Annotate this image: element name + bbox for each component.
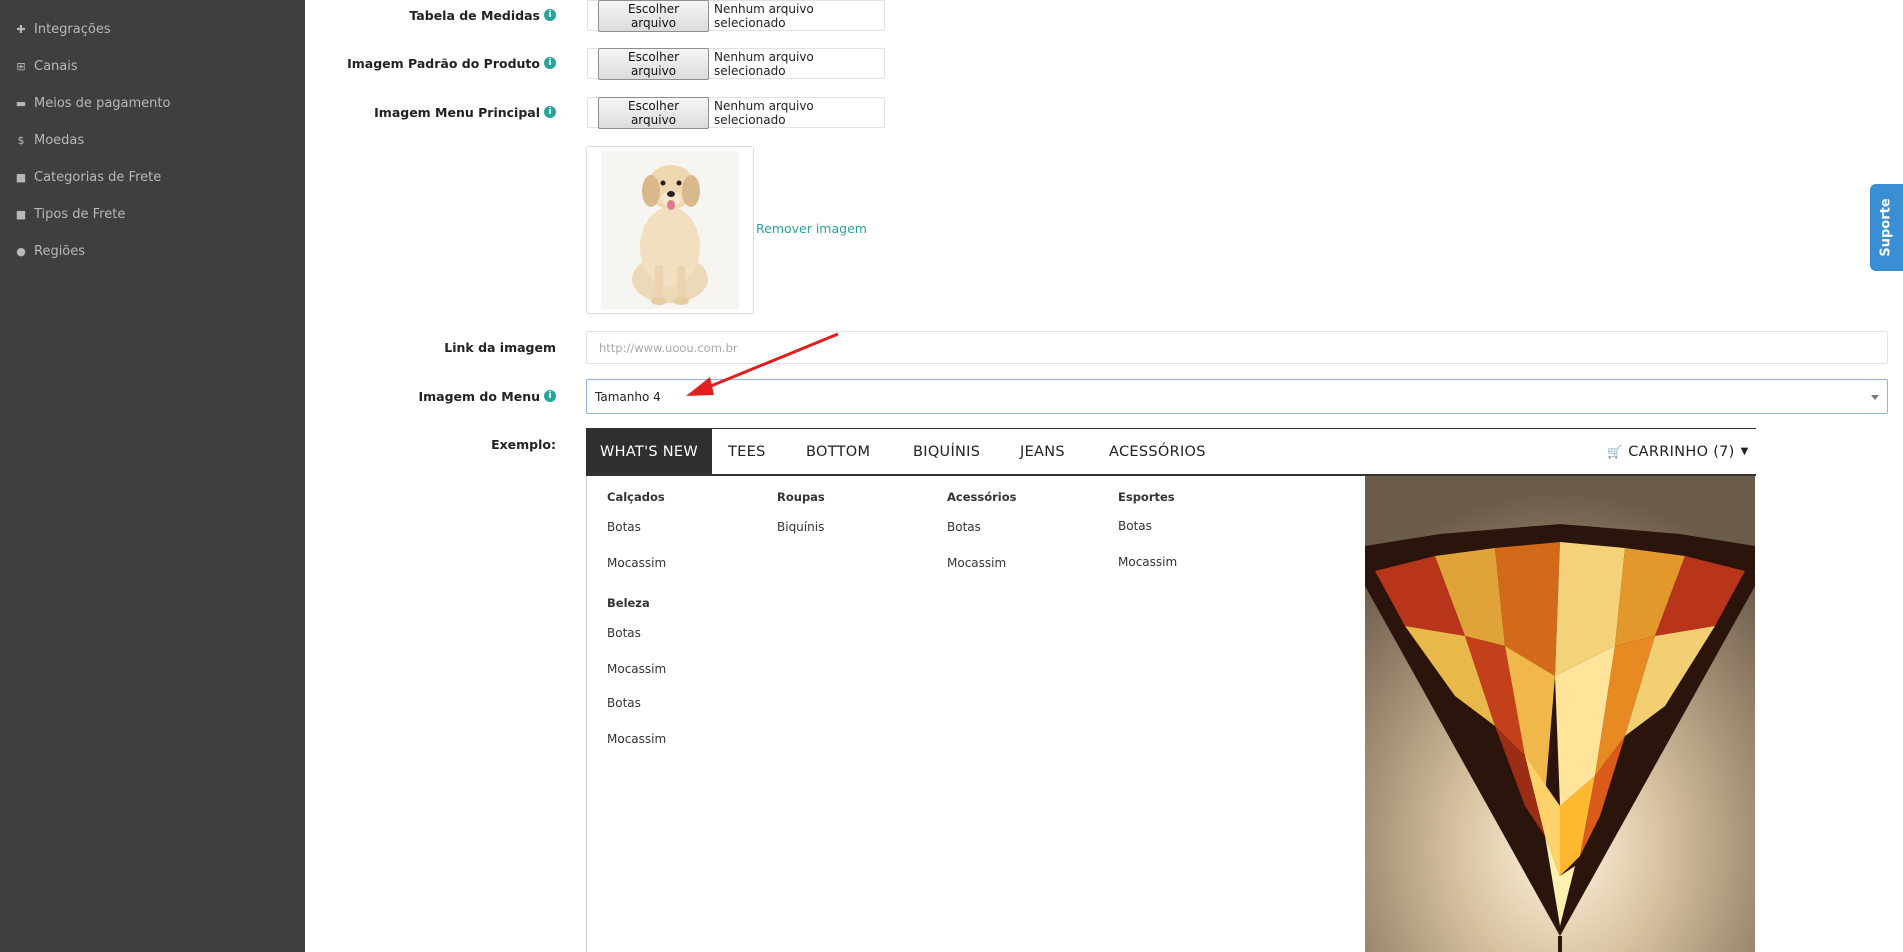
category-link[interactable]: Botas <box>947 520 981 534</box>
sidebar-item-label: Tipos de Frete <box>34 207 126 222</box>
link-imagem-label: Link da imagem <box>444 337 556 357</box>
imagem-menu-principal-file-input: Escolher arquivo Nenhum arquivo selecion… <box>587 96 885 129</box>
category-link[interactable]: Botas <box>607 696 641 710</box>
red-arrow-annotation <box>686 332 839 396</box>
sidebar-item-label: Integrações <box>34 22 111 37</box>
credit-card-icon: ▬ <box>15 97 27 110</box>
remove-image-link[interactable]: Remover imagem <box>756 221 867 236</box>
category-heading: Beleza <box>607 596 650 610</box>
sidebar: ✚ Integrações ⊞ Canais ▬ Meios de pagame… <box>0 0 305 952</box>
dollar-icon: $ <box>17 134 25 147</box>
category-link[interactable]: Mocassim <box>607 556 666 570</box>
nav-acessorios[interactable]: ACESSÓRIOS <box>1109 429 1206 474</box>
chevron-down-icon <box>1871 395 1879 400</box>
category-link[interactable]: Botas <box>1118 519 1152 533</box>
sidebar-item-integracoes[interactable]: ✚ Integrações <box>14 22 111 37</box>
sidebar-item-regioes[interactable]: ● Regiões <box>14 244 85 259</box>
sidebar-item-label: Regiões <box>34 244 86 259</box>
imagem-do-menu-label: Imagem do Menu i <box>418 386 556 406</box>
cart-label: CARRINHO (7) <box>1628 443 1735 460</box>
choose-file-button[interactable]: Escolher arquivo <box>598 96 709 129</box>
caret-down-icon: ▼ <box>1740 446 1749 457</box>
imagem-padrao-label: Imagem Padrão do Produto i <box>347 53 556 73</box>
sidebar-item-label: Meios de pagamento <box>34 96 171 111</box>
info-icon[interactable]: i <box>544 390 556 402</box>
example-navbar: WHAT'S NEW TEES BOTTOM BIQUÍNIS JEANS AC… <box>586 428 1756 476</box>
imagem-menu-principal-label: Imagem Menu Principal i <box>374 102 556 122</box>
label-text: Tabela de Medidas <box>409 7 540 23</box>
info-icon[interactable]: i <box>544 57 556 69</box>
label-text: Exemplo: <box>491 436 556 452</box>
sidebar-item-moedas[interactable]: $ Moedas <box>14 133 85 148</box>
label-text: Imagem Menu Principal <box>374 104 540 120</box>
category-link[interactable]: Mocassim <box>607 662 666 676</box>
file-status: Nenhum arquivo selecionado <box>714 98 814 127</box>
category-heading: Calçados <box>607 490 665 504</box>
tabela-medidas-label: Tabela de Medidas i <box>409 5 556 25</box>
category-heading: Esportes <box>1118 490 1175 504</box>
file-status: Nenhum arquivo selecionado <box>714 1 814 30</box>
cart-icon: 🛒 <box>1607 444 1623 459</box>
nav-tees[interactable]: TEES <box>728 429 766 474</box>
category-link[interactable]: Botas <box>607 520 641 534</box>
category-link[interactable]: Botas <box>607 626 641 640</box>
mega-menu-dropdown: Calçados Botas Mocassim Beleza Botas Moc… <box>586 476 1756 952</box>
sidebar-item-tipos-frete[interactable]: ■ Tipos de Frete <box>14 207 126 222</box>
info-icon[interactable]: i <box>544 106 556 118</box>
truck-icon: ■ <box>15 171 27 184</box>
support-tab[interactable]: Suporte <box>1870 184 1903 271</box>
globe-icon: ● <box>16 245 26 258</box>
sidebar-item-meios-pagamento[interactable]: ▬ Meios de pagamento <box>14 96 171 111</box>
sidebar-item-label: Categorias de Frete <box>34 170 162 185</box>
tabela-medidas-file-input: Escolher arquivo Nenhum arquivo selecion… <box>587 0 885 32</box>
image-thumbnail <box>586 146 754 314</box>
cart-button[interactable]: 🛒 CARRINHO (7) ▼ <box>1607 429 1749 474</box>
menu-banner-image <box>1365 476 1755 952</box>
lamp-image <box>1365 476 1755 952</box>
sitemap-icon: ⊞ <box>16 60 26 73</box>
selected-value: Tamanho 4 <box>595 389 661 404</box>
label-text: Imagem do Menu <box>418 388 540 404</box>
category-heading: Roupas <box>777 490 825 504</box>
dog-image <box>601 151 739 309</box>
nav-biquinis[interactable]: BIQUÍNIS <box>913 429 980 474</box>
category-link[interactable]: Mocassim <box>947 556 1006 570</box>
puzzle-icon: ✚ <box>16 23 26 36</box>
info-icon[interactable]: i <box>544 9 556 21</box>
imagem-padrao-file-input: Escolher arquivo Nenhum arquivo selecion… <box>587 47 885 80</box>
label-text: Link da imagem <box>444 339 556 355</box>
label-text: Imagem Padrão do Produto <box>347 55 540 71</box>
exemplo-label: Exemplo: <box>491 434 556 454</box>
nav-jeans[interactable]: JEANS <box>1020 429 1065 474</box>
truck-icon: ■ <box>15 208 27 221</box>
nav-whats-new[interactable]: WHAT'S NEW <box>586 429 713 474</box>
category-heading: Acessórios <box>947 490 1017 504</box>
category-link[interactable]: Mocassim <box>1118 555 1177 569</box>
example-menu-preview: WHAT'S NEW TEES BOTTOM BIQUÍNIS JEANS AC… <box>586 428 1756 952</box>
choose-file-button[interactable]: Escolher arquivo <box>598 47 709 80</box>
sidebar-item-label: Moedas <box>34 133 85 148</box>
sidebar-item-label: Canais <box>34 59 78 74</box>
nav-bottom[interactable]: BOTTOM <box>806 429 870 474</box>
support-tab-label: Suporte <box>1879 198 1895 257</box>
category-link[interactable]: Mocassim <box>607 732 666 746</box>
choose-file-button[interactable]: Escolher arquivo <box>598 0 709 32</box>
category-link[interactable]: Biquínis <box>777 520 824 534</box>
sidebar-item-canais[interactable]: ⊞ Canais <box>14 59 78 74</box>
file-status: Nenhum arquivo selecionado <box>714 49 814 78</box>
sidebar-item-categorias-frete[interactable]: ■ Categorias de Frete <box>14 170 161 185</box>
